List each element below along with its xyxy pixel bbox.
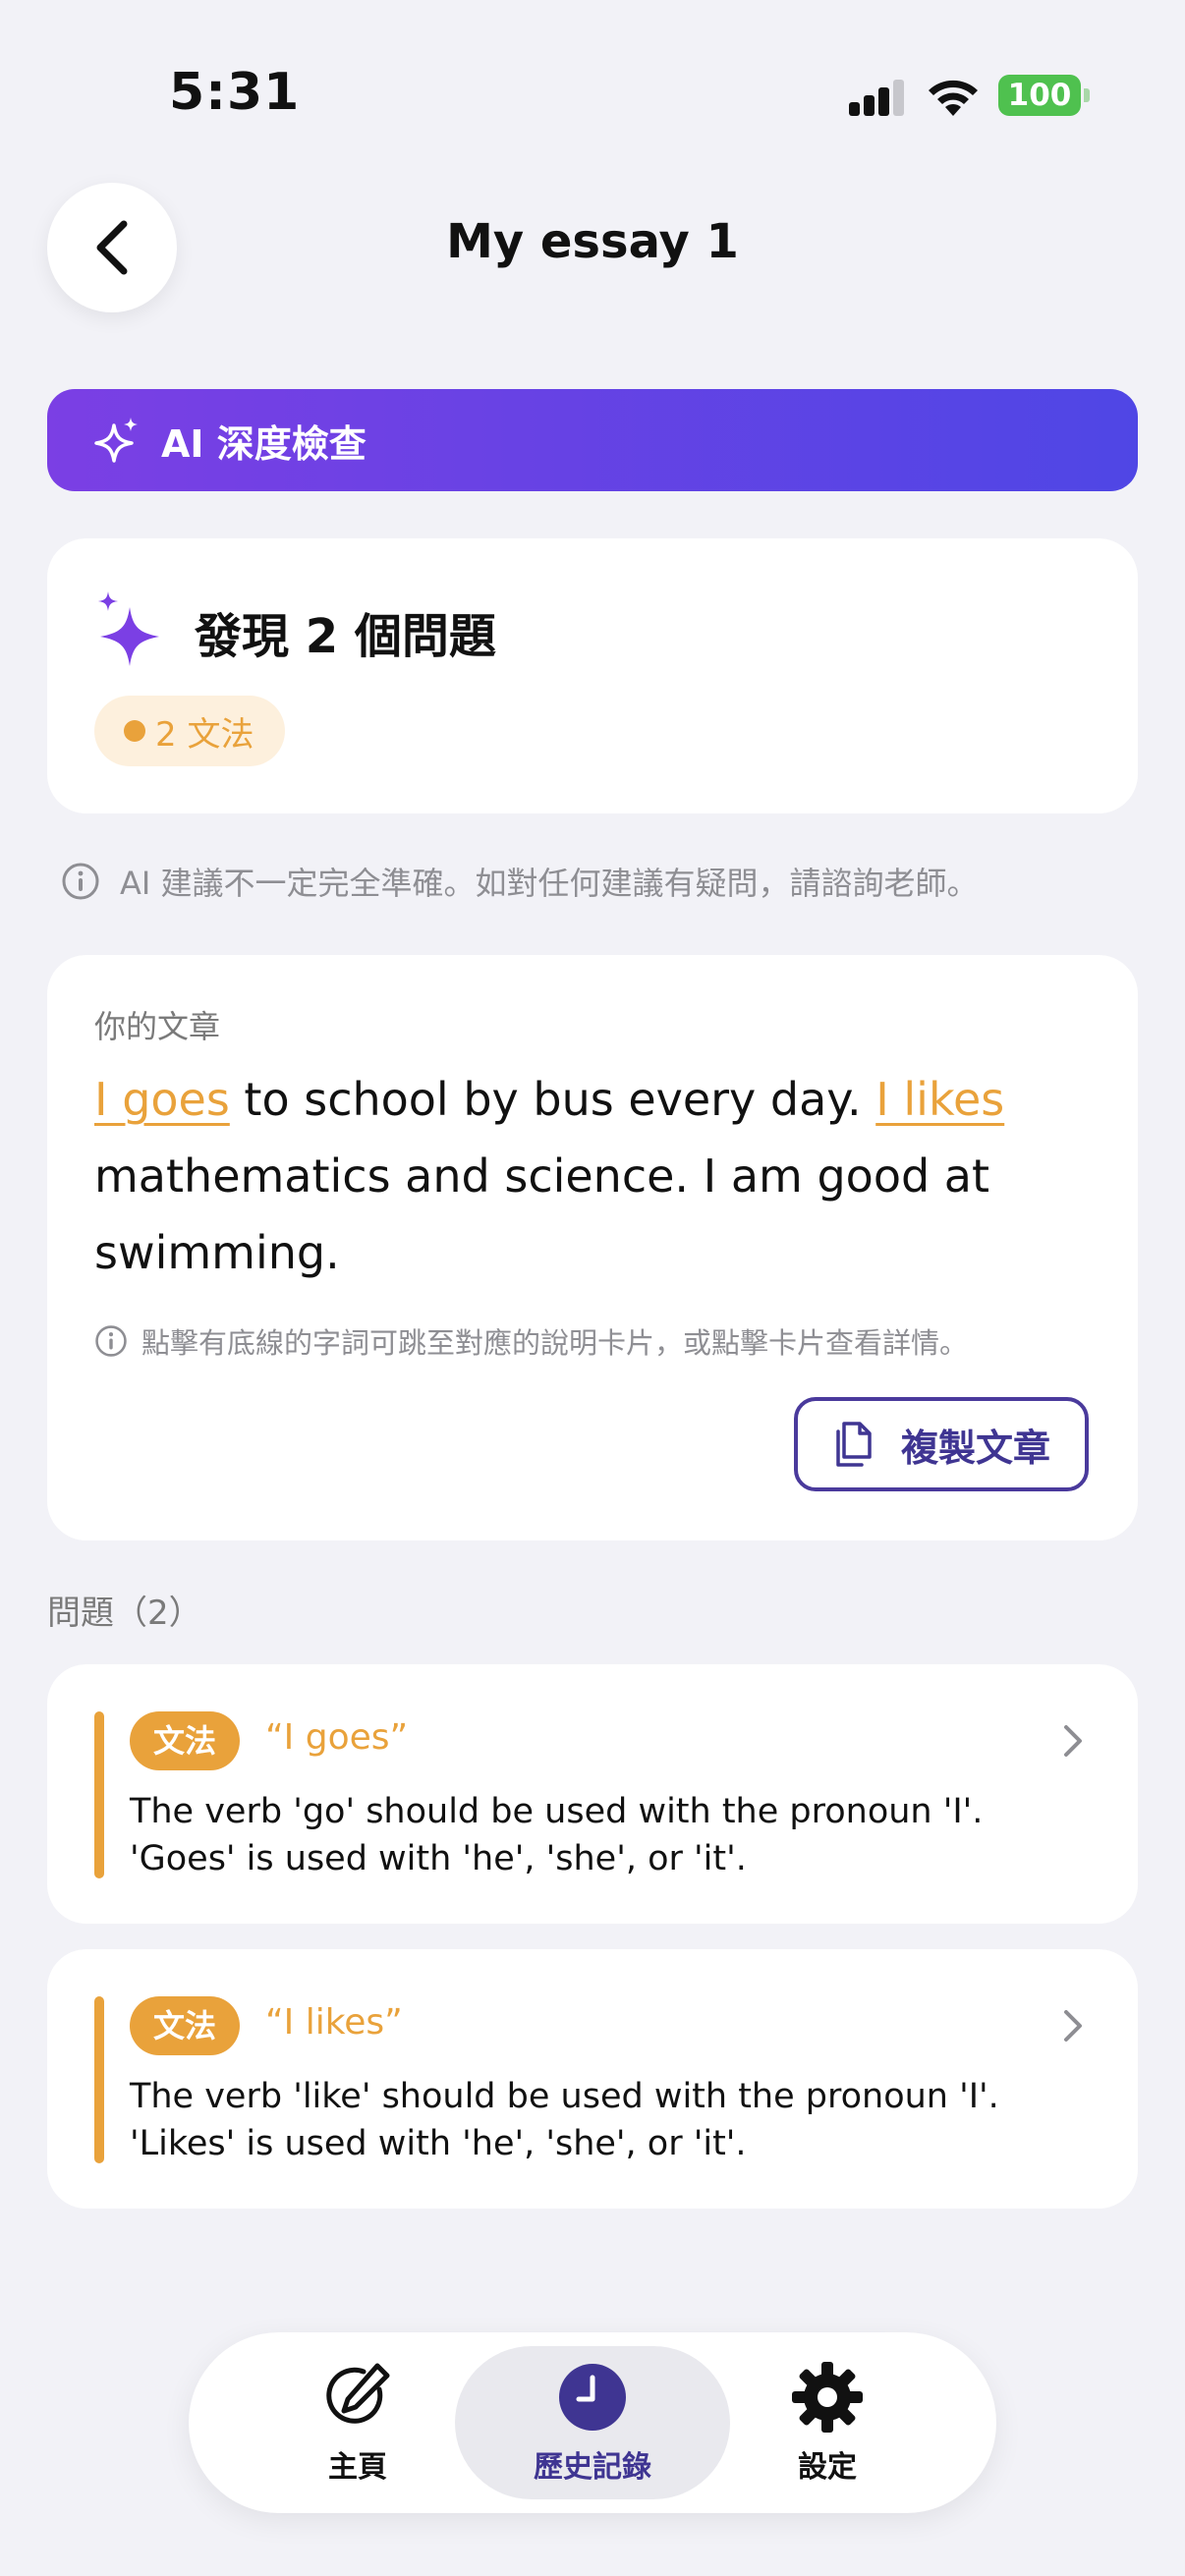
status-bar: 5:31 100: [0, 0, 1185, 187]
issue-type-tag: 文法: [130, 1711, 241, 1770]
info-icon: [95, 1325, 127, 1357]
issue-card[interactable]: 文法 “I goes” The verb 'go' should be used…: [47, 1664, 1138, 1924]
tab-settings[interactable]: 設定: [690, 2346, 965, 2499]
edit-pen-icon: [326, 2363, 390, 2424]
essay-segment: to school by bus every day.: [229, 1073, 876, 1126]
gear-icon: [792, 2362, 863, 2433]
disclaimer-text: AI 建議不一定完全準確。如對任何建議有疑問，請諮詢老師。: [120, 865, 979, 902]
issue-quote: “I goes”: [265, 1717, 409, 1758]
tab-home[interactable]: 主頁: [220, 2346, 495, 2499]
grammar-count-label: 2 文法: [155, 714, 254, 755]
sparkle-icon: [94, 418, 138, 463]
chevron-right-icon: [1064, 1725, 1082, 1757]
copy-icon: [836, 1422, 872, 1467]
ai-disclaimer: AI 建議不一定完全準確。如對任何建議有疑問，請諮詢老師。: [61, 859, 979, 904]
issue-description: The verb 'go' should be used with the pr…: [130, 1788, 1073, 1882]
essay-highlight-i-likes[interactable]: I likes: [875, 1073, 1004, 1126]
warning-dot-icon: [124, 720, 145, 742]
issue-card[interactable]: 文法 “I likes” The verb 'like' should be u…: [47, 1949, 1138, 2209]
issue-description-line: 'Goes' is used with 'he', 'she', or 'it'…: [130, 1839, 747, 1878]
page-title: My essay 1: [446, 214, 739, 269]
issue-description-line: The verb 'like' should be used with the …: [130, 2077, 999, 2116]
essay-text: I goes to school by bus every day. I lik…: [94, 1061, 1077, 1291]
essay-card: 你的文章 I goes to school by bus every day. …: [47, 955, 1138, 1540]
issues-section-label: 問題（2）: [47, 1594, 202, 1633]
issue-accent-bar: [94, 1996, 104, 2163]
essay-hint: 點擊有底線的字詞可跳至對應的說明卡片，或點擊卡片查看詳情。: [94, 1320, 968, 1362]
copy-essay-label: 複製文章: [900, 1426, 1050, 1470]
tab-label: 設定: [798, 2450, 857, 2485]
issue-description-line: The verb 'go' should be used with the pr…: [130, 1792, 984, 1831]
essay-hint-text: 點擊有底線的字詞可跳至對應的說明卡片，或點擊卡片查看詳情。: [141, 1326, 969, 1360]
issue-description: The verb 'like' should be used with the …: [130, 2073, 1073, 2167]
bottom-tab-bar: 主頁 歷史記錄 設定: [189, 2332, 996, 2513]
issue-description-line: 'Likes' is used with 'he', 'she', or 'it…: [130, 2124, 747, 2163]
status-time: 5:31: [169, 63, 301, 122]
essay-label: 你的文章: [94, 1008, 221, 1045]
sparkle-icon: [98, 591, 159, 666]
issues-found-title: 發現 2 個問題: [195, 609, 496, 664]
cellular-signal-icon: [849, 79, 906, 116]
tab-history[interactable]: 歷史記錄: [455, 2346, 730, 2499]
ai-deep-check-label: AI 深度檢查: [161, 421, 367, 466]
issue-accent-bar: [94, 1711, 104, 1878]
clock-icon: [559, 2364, 626, 2431]
copy-essay-button[interactable]: 複製文章: [794, 1397, 1089, 1491]
wifi-icon: [929, 80, 978, 116]
chevron-right-icon: [1064, 2010, 1082, 2042]
issue-quote: “I likes”: [265, 2002, 403, 2043]
essay-highlight-i-goes[interactable]: I goes: [94, 1073, 230, 1126]
issue-type-tag: 文法: [130, 1996, 241, 2055]
tab-label: 歷史記錄: [534, 2450, 651, 2485]
grammar-count-badge: 2 文法: [94, 696, 286, 766]
tab-label: 主頁: [328, 2450, 387, 2485]
info-icon: [62, 863, 99, 900]
essay-detail-screen: 5:31 100 My essay 1 AI 深度檢查 發現 2 個問題 2 文…: [0, 0, 1185, 2576]
ai-deep-check-button[interactable]: AI 深度檢查: [47, 389, 1138, 491]
issues-summary-card: 發現 2 個問題 2 文法: [47, 538, 1138, 813]
essay-segment: mathematics and science. I am good at sw…: [94, 1149, 990, 1279]
battery-icon: 100: [998, 75, 1090, 116]
